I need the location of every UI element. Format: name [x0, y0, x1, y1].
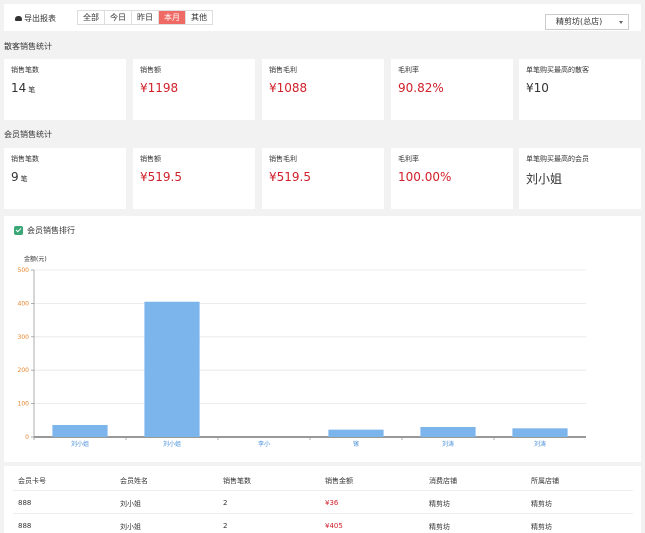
table-cell: 2: [223, 522, 228, 530]
card-label: 销售毛利: [269, 155, 297, 163]
card-value: 刘小姐: [526, 172, 563, 186]
walkin-card-count: 销售笔数 14 笔: [4, 59, 126, 120]
chevron-down-icon: [619, 21, 623, 24]
column-header: 会员姓名: [120, 477, 148, 485]
card-label: 销售额: [140, 66, 161, 74]
cloud-download-icon: [15, 16, 22, 21]
x-tick-label: 刘涛: [442, 440, 454, 448]
card-label: 销售额: [140, 155, 161, 163]
walkin-section-title: 散客销售统计: [4, 42, 52, 51]
y-tick-label: 300: [18, 334, 30, 341]
table-cell: 精剪坊: [531, 500, 552, 508]
card-label: 销售笔数: [11, 66, 39, 74]
card-value-number: 9: [11, 170, 19, 184]
export-report-button[interactable]: 导出报表: [15, 13, 56, 24]
column-header: 会员卡号: [18, 477, 46, 485]
x-tick-label: 刘小姐: [163, 440, 181, 448]
chart-bar: [144, 301, 200, 437]
toolbar: 导出报表 全部 今日 昨日 本月 其他 精剪坊(总店): [4, 4, 641, 31]
table-row: 888 刘小姐 2 ¥36 精剪坊 精剪坊: [13, 491, 633, 514]
y-tick-label: 100: [18, 401, 30, 408]
x-tick-label: 刘涛: [534, 440, 546, 448]
x-tick-label: 镓: [353, 440, 359, 448]
card-value: 100.00%: [398, 170, 452, 184]
member-card-margin: 毛利率 100.00%: [391, 148, 513, 209]
date-range-tabs: 全部 今日 昨日 本月 其他: [77, 10, 213, 25]
walkin-card-sales: 销售额 ¥1198: [133, 59, 255, 120]
tab-this-month[interactable]: 本月: [159, 11, 186, 24]
card-value: ¥519.5: [140, 170, 182, 184]
card-value-unit: 笔: [20, 175, 28, 183]
y-tick-label: 200: [18, 367, 30, 374]
table-cell: 刘小姐: [120, 500, 141, 508]
y-tick-label: 0: [25, 434, 29, 441]
table-cell: 888: [18, 499, 32, 507]
table-cell: 精剪坊: [531, 523, 552, 531]
card-value: 14 笔: [11, 81, 35, 95]
member-section-title: 会员销售统计: [4, 130, 52, 139]
table-cell: 888: [18, 522, 32, 530]
member-ranking-chart-panel: 会员销售排行 金额(元) 0 100 200 300 400 500 刘小姐 刘小姐 李小镓刘涛刘…: [4, 216, 641, 462]
member-card-sales: 销售额 ¥519.5: [133, 148, 255, 209]
member-sales-table: 会员卡号 会员姓名 销售笔数 销售金额 消费店铺 所属店铺 888 刘小姐 2 …: [4, 466, 641, 533]
card-value: ¥519.5: [269, 170, 311, 184]
card-label: 销售毛利: [269, 66, 297, 74]
card-label: 单笔购买最高的散客: [526, 66, 589, 74]
table-cell: 精剪坊: [429, 500, 450, 508]
tab-other[interactable]: 其他: [186, 11, 212, 24]
column-header: 所属店铺: [531, 477, 559, 485]
card-value-number: 14: [11, 81, 27, 95]
chart-bar: [52, 424, 108, 437]
export-report-label: 导出报表: [24, 14, 56, 23]
table-header-row: 会员卡号 会员姓名 销售笔数 销售金额 消费店铺 所属店铺: [13, 468, 633, 491]
card-value-unit: 笔: [28, 86, 36, 94]
store-select-value: 精剪坊(总店): [556, 17, 603, 26]
column-header: 销售笔数: [223, 477, 251, 485]
table-row: 888 刘小姐 2 ¥405 精剪坊 精剪坊: [13, 514, 633, 533]
member-card-profit: 销售毛利 ¥519.5: [262, 148, 384, 209]
table-cell: 2: [223, 499, 228, 507]
table-cell: 刘小姐: [120, 523, 141, 531]
table-cell: 精剪坊: [429, 523, 450, 531]
card-value: 90.82%: [398, 81, 444, 95]
member-card-count: 销售笔数 9笔: [4, 148, 126, 209]
walkin-card-margin: 毛利率 90.82%: [391, 59, 513, 120]
walkin-card-profit: 销售毛利 ¥1088: [262, 59, 384, 120]
chart-bar: [512, 428, 568, 437]
chart-bar: [328, 429, 384, 437]
card-value: ¥1198: [140, 81, 179, 95]
member-ranking-chart: 金额(元) 0 100 200 300 400 500 刘小姐 刘小姐 李小 镓 刘涛 刘涛: [18, 255, 586, 448]
store-select[interactable]: 精剪坊(总店): [545, 14, 629, 30]
x-tick-label: 刘小姐: [71, 440, 89, 448]
card-value: ¥1088: [269, 81, 308, 95]
tab-today[interactable]: 今日: [105, 11, 132, 24]
card-label: 销售笔数: [11, 155, 39, 163]
y-axis-label: 金额(元): [24, 255, 47, 263]
y-tick-label: 400: [18, 300, 30, 307]
tab-all[interactable]: 全部: [78, 11, 105, 24]
card-value: 9笔: [11, 170, 28, 184]
walkin-card-top-customer: 单笔购买最高的散客 ¥10: [519, 59, 641, 120]
card-label: 毛利率: [398, 155, 419, 163]
table-cell: ¥36: [325, 499, 339, 507]
x-tick-label: 李小: [258, 440, 270, 448]
table-cell: ¥405: [325, 522, 343, 530]
chart-bar: [420, 426, 476, 437]
card-label: 毛利率: [398, 66, 419, 74]
card-label: 单笔购买最高的会员: [526, 155, 589, 163]
card-value: ¥10: [526, 81, 549, 95]
column-header: 销售金额: [325, 477, 353, 485]
tab-yesterday[interactable]: 昨日: [132, 11, 159, 24]
y-tick-label: 500: [18, 267, 30, 274]
column-header: 消费店铺: [429, 477, 457, 485]
member-card-top-member: 单笔购买最高的会员 刘小姐: [519, 148, 641, 209]
